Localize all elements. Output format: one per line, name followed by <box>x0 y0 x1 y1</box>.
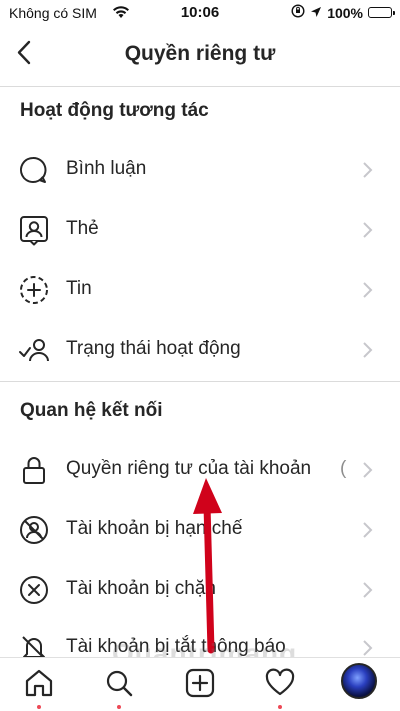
menu-item-account-privacy[interactable]: Quyền riêng tư của tài khoản ( <box>0 442 400 498</box>
chevron-right-icon <box>363 342 373 358</box>
menu-item-tags[interactable]: Thẻ <box>0 202 400 258</box>
menu-item-blocked-accounts[interactable]: Tài khoản bị chặn <box>0 562 400 618</box>
muted-icon <box>22 636 45 657</box>
battery-percent: 100% <box>327 4 363 21</box>
home-icon <box>25 669 53 697</box>
account-privacy-status: ( <box>340 458 347 479</box>
blocked-icon <box>20 576 48 604</box>
orientation-lock-icon <box>291 4 305 21</box>
chevron-right-icon <box>363 222 373 238</box>
tab-home[interactable] <box>18 666 58 706</box>
menu-item-story[interactable]: Tin <box>0 262 400 318</box>
menu-item-label: Tài khoản bị tắt thông báo <box>66 636 286 657</box>
navigation-header: Quyền riêng tư <box>0 26 400 87</box>
menu-item-activity-status[interactable]: Trạng thái hoạt động <box>0 322 400 378</box>
menu-item-label: Tin <box>66 278 92 299</box>
story-add-icon <box>20 276 48 304</box>
menu-item-label: Thẻ <box>66 218 99 239</box>
section-divider <box>0 381 400 382</box>
section-title-interactions: Hoạt động tương tác <box>20 100 209 121</box>
profile-avatar[interactable] <box>341 663 377 699</box>
comment-icon <box>20 156 47 183</box>
menu-item-label: Tài khoản bị chặn <box>66 578 216 599</box>
chevron-right-icon <box>363 282 373 298</box>
chevron-right-icon <box>363 640 373 656</box>
section-title-connections: Quan hệ kết nối <box>20 400 163 421</box>
chevron-right-icon <box>363 522 373 538</box>
chevron-right-icon <box>363 582 373 598</box>
new-post-icon <box>185 668 215 698</box>
battery-icon <box>368 7 395 18</box>
chevron-right-icon <box>363 162 373 178</box>
tab-activity[interactable] <box>259 666 299 706</box>
menu-item-comments[interactable]: Bình luận <box>0 142 400 198</box>
tab-bar <box>0 657 400 711</box>
notification-dot <box>117 705 121 709</box>
lock-icon <box>23 457 45 484</box>
tag-person-icon <box>20 216 48 246</box>
page-title: Quyền riêng tư <box>124 42 276 65</box>
restricted-icon <box>20 516 48 544</box>
search-icon <box>106 670 133 697</box>
menu-item-label: Bình luận <box>66 158 147 179</box>
menu-item-muted-accounts[interactable]: Tài khoản bị tắt thông báo <box>0 620 400 657</box>
activity-status-icon <box>19 339 49 362</box>
activity-heart-icon <box>265 668 295 696</box>
notification-dot <box>37 705 41 709</box>
chevron-right-icon <box>363 462 373 478</box>
menu-item-restricted-accounts[interactable]: Tài khoản bị hạn chế <box>0 502 400 558</box>
tab-search[interactable] <box>98 666 138 706</box>
tab-new-post[interactable] <box>179 666 219 706</box>
status-bar: Không có SIM 10:06 100% <box>0 0 400 26</box>
location-icon <box>310 5 322 21</box>
menu-item-label: Trạng thái hoạt động <box>66 338 241 359</box>
notification-dot <box>278 705 282 709</box>
menu-item-label: Tài khoản bị hạn chế <box>66 518 243 539</box>
menu-item-label: Quyền riêng tư của tài khoản <box>66 458 312 479</box>
